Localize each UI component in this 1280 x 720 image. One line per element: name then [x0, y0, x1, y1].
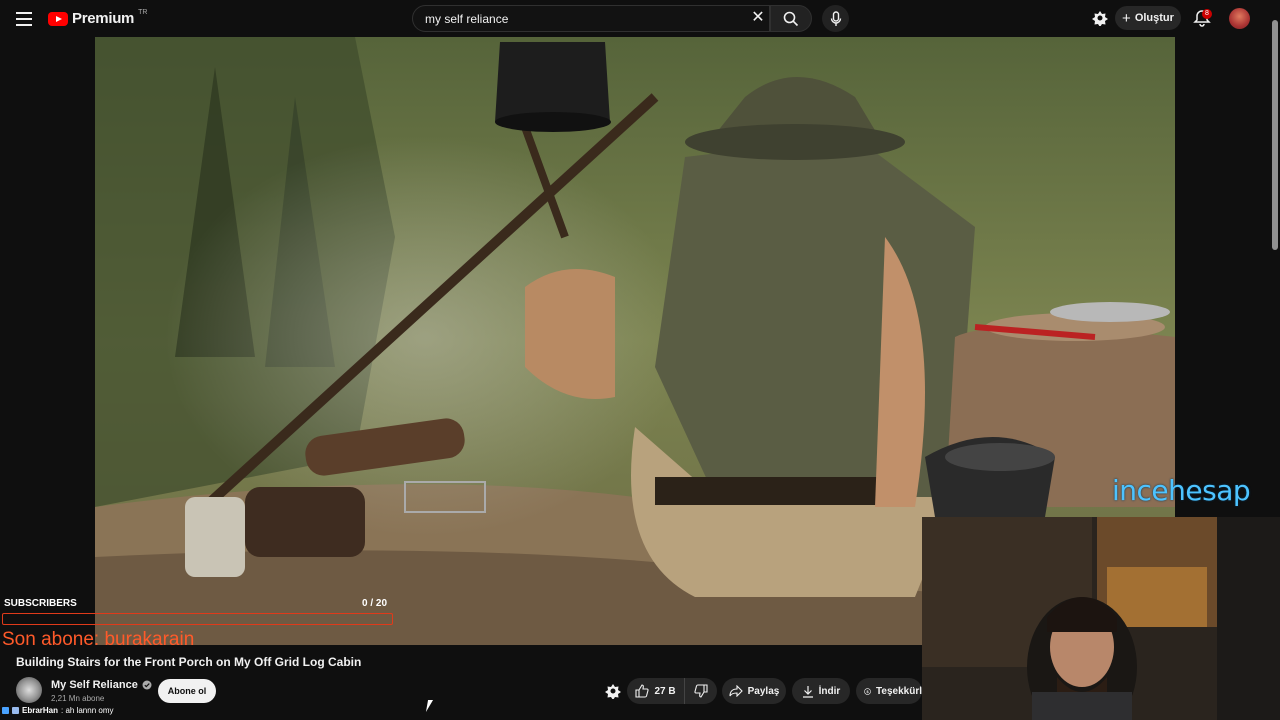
search-button[interactable]	[770, 5, 812, 32]
thanks-label: Teşekkürl	[876, 685, 922, 697]
like-button[interactable]: 27 B	[627, 678, 685, 704]
plus-icon: +	[1122, 9, 1131, 27]
sponsor-watermark: incehesap	[1112, 474, 1251, 507]
create-button[interactable]: + Oluştur	[1115, 6, 1181, 30]
menu-button[interactable]	[14, 9, 34, 29]
search-input[interactable]: my self reliance	[412, 5, 770, 32]
chat-badge-icon	[2, 707, 9, 714]
svg-text:$: $	[866, 689, 869, 693]
voice-search-button[interactable]	[822, 5, 849, 32]
subscribers-goal-count: 0 / 20	[362, 598, 388, 609]
menu-icon-line	[16, 12, 32, 14]
like-dislike-group: 27 B	[627, 678, 717, 704]
video-title: Building Stairs for the Front Porch on M…	[16, 655, 362, 669]
chat-message: EbrarHan : ah lannn omy	[2, 706, 114, 715]
channel-avatar[interactable]	[16, 677, 42, 703]
clear-search-icon[interactable]: ✕	[748, 9, 768, 29]
chat-badge-icon	[12, 707, 19, 714]
search-icon	[783, 11, 799, 26]
download-button[interactable]: İndir	[792, 678, 850, 704]
share-button[interactable]: Paylaş	[722, 678, 786, 704]
menu-icon-line	[16, 18, 32, 20]
microphone-icon	[830, 10, 841, 26]
thanks-button[interactable]: $ Teşekkürl	[856, 678, 922, 704]
user-avatar[interactable]	[1229, 8, 1250, 29]
verified-icon	[142, 680, 152, 690]
extension-icon[interactable]	[605, 683, 621, 699]
last-subscriber-text: Son abone: burakarain	[2, 629, 195, 650]
search-value: my self reliance	[425, 11, 509, 26]
channel-subscriber-count: 2,21 Mn abone	[51, 694, 105, 703]
youtube-play-icon	[48, 11, 68, 26]
download-icon	[802, 685, 813, 698]
extension-icon[interactable]	[1092, 10, 1108, 26]
chat-text: : ah lannn omy	[61, 706, 114, 715]
dislike-button[interactable]	[685, 678, 717, 704]
create-label: Oluştur	[1134, 12, 1174, 24]
menu-icon-line	[16, 24, 32, 26]
channel-name: My Self Reliance	[51, 679, 138, 691]
mouse-cursor-icon	[425, 700, 434, 712]
streamer-webcam	[922, 517, 1280, 720]
thanks-icon: $	[864, 687, 871, 695]
download-label: İndir	[818, 685, 841, 697]
channel-name-link[interactable]: My Self Reliance	[51, 679, 152, 691]
subscribers-goal-label: SUBSCRIBERS	[4, 598, 77, 609]
share-label: Paylaş	[747, 685, 780, 697]
thumbs-down-icon	[694, 684, 708, 698]
logo-text: Premium	[72, 10, 135, 27]
page-scrollbar[interactable]	[1272, 20, 1278, 250]
share-icon	[729, 685, 743, 697]
subscribers-goal-bar	[2, 613, 393, 625]
chat-username: EbrarHan	[22, 706, 59, 715]
like-count: 27 B	[654, 685, 676, 697]
logo-country: TR	[138, 9, 148, 16]
webcam-image	[922, 517, 1280, 720]
youtube-logo[interactable]: Premium TR	[48, 9, 148, 27]
notification-badge: 8	[1202, 9, 1212, 19]
subscribe-button[interactable]: Abone ol	[158, 679, 216, 703]
thumbs-up-icon	[635, 684, 650, 698]
